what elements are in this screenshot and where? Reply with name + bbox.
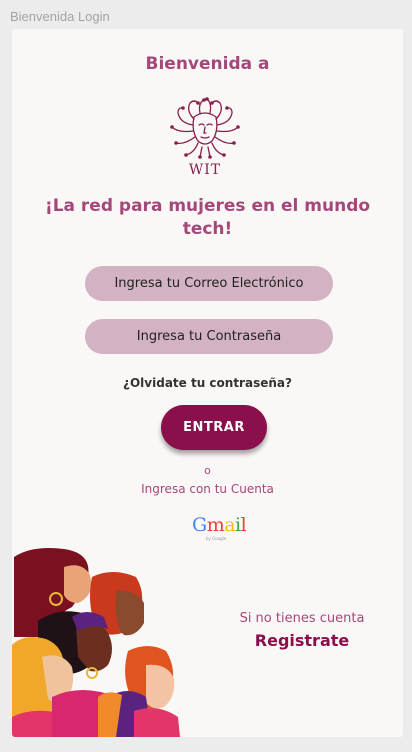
login-screen: Bienvenida a WIT ¡La red para mujeres en…	[12, 29, 403, 737]
gmail-logo-text: Gmail	[192, 514, 247, 536]
password-field[interactable]	[85, 319, 333, 354]
login-button[interactable]: ENTRAR	[161, 405, 267, 450]
or-separator: o	[204, 464, 211, 477]
welcome-heading: Bienvenida a	[145, 54, 270, 74]
email-field[interactable]	[85, 266, 333, 301]
wit-logo: WIT	[164, 97, 246, 187]
gmail-letter: a	[224, 514, 236, 536]
gmail-letter: G	[192, 514, 207, 536]
logo-wordmark: WIT	[188, 162, 222, 178]
no-account-prompt: Si no tienes cuenta	[239, 611, 365, 626]
tagline: ¡La red para mujeres en el mundo tech!	[44, 196, 371, 239]
register-link[interactable]: Registrate	[210, 631, 394, 650]
medusa-logo-icon	[170, 97, 240, 159]
gmail-letter: m	[206, 514, 225, 536]
gmail-icon[interactable]: Gmail by Google	[192, 514, 247, 545]
frame-title: Bienvenida Login	[10, 9, 110, 24]
gmail-letter: l	[240, 514, 247, 536]
login-with-account-text: Ingresa con tu Cuenta	[141, 482, 274, 496]
gmail-subtext: by Google	[206, 536, 227, 541]
forgot-password-link[interactable]: ¿Olvidate tu contraseña?	[12, 376, 403, 390]
women-group-illustration	[12, 548, 180, 737]
